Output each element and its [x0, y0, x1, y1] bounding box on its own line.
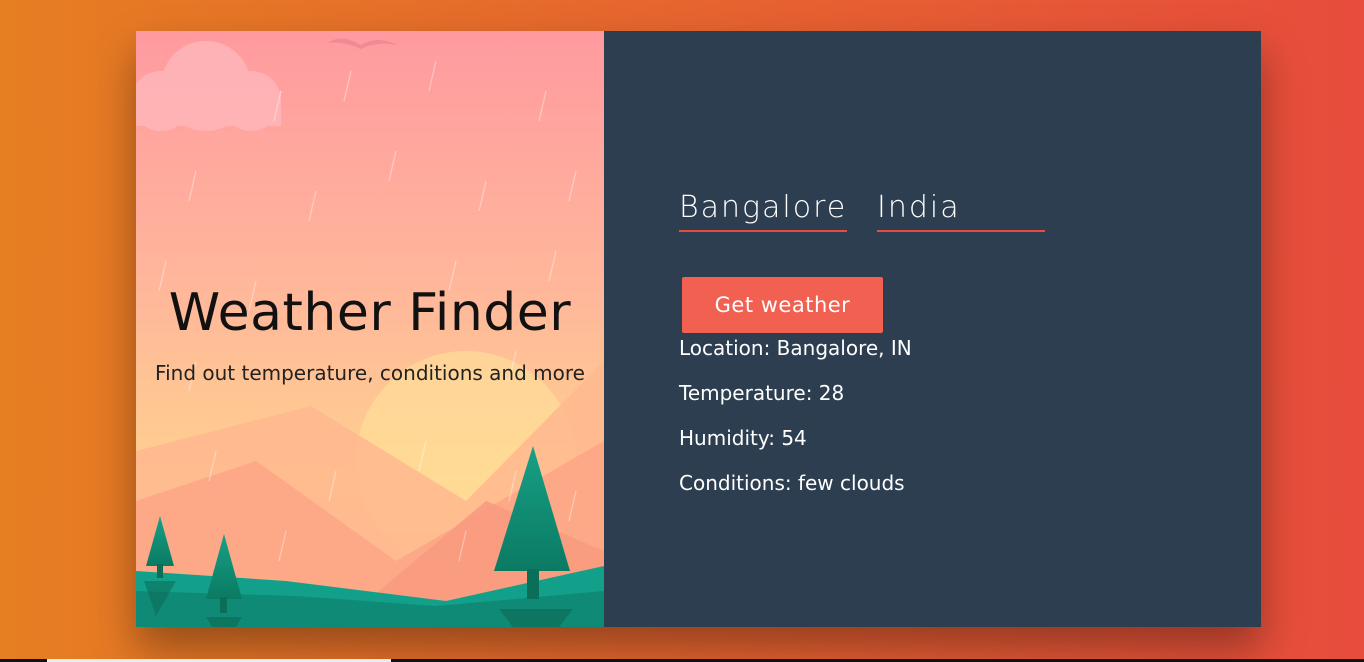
location-result: Location: Bangalore, IN: [679, 336, 912, 360]
hero-illustration-panel: Weather Finder Find out temperature, con…: [136, 31, 604, 627]
page-title: Weather Finder: [168, 283, 572, 343]
conditions-result: Conditions: few clouds: [679, 471, 905, 495]
humidity-result: Humidity: 54: [679, 426, 807, 450]
hero-text: Weather Finder Find out temperature, con…: [136, 31, 604, 627]
weather-card: Weather Finder Find out temperature, con…: [136, 31, 1261, 627]
page-subtitle: Find out temperature, conditions and mor…: [155, 361, 585, 385]
get-weather-button[interactable]: Get weather: [682, 277, 883, 333]
temperature-result: Temperature: 28: [679, 381, 845, 405]
city-input[interactable]: [679, 185, 847, 232]
weather-form-panel: Get weather Location: Bangalore, IN Temp…: [604, 31, 1261, 627]
country-input[interactable]: [877, 185, 1045, 232]
